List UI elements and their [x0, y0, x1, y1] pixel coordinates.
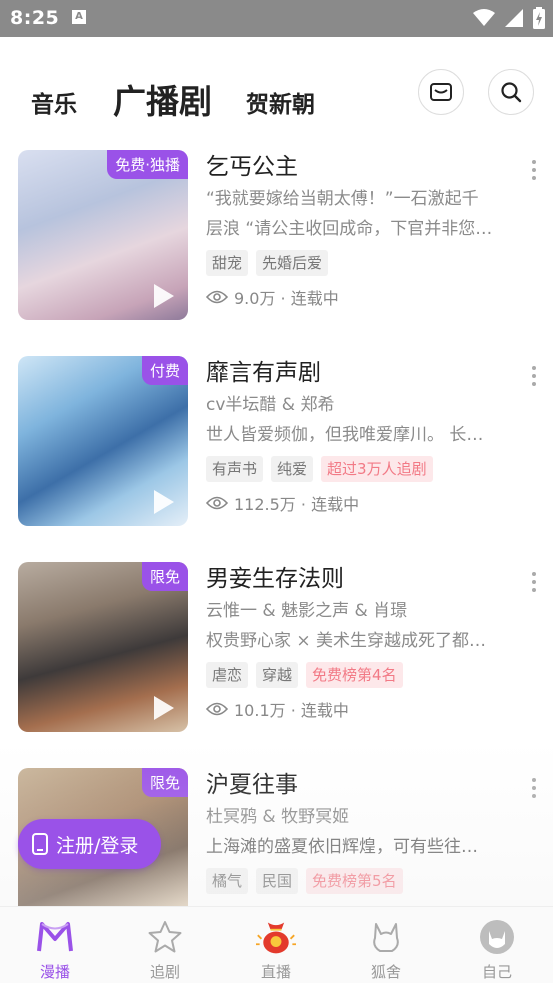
nav-manbo[interactable]: 漫播: [0, 907, 110, 983]
item-info: 男妾生存法则 云惟一 & 魅影之声 & 肖璟 权贵野心家 × 美术生穿越成死了都…: [206, 562, 516, 722]
cover-image[interactable]: 免费·独播: [18, 150, 188, 320]
play-icon: [154, 284, 174, 308]
play-count-status: 9.0万 · 连载中: [234, 289, 339, 308]
login-label: 注册/登录: [56, 834, 139, 857]
tag-list: 有声书 纯爱 超过3万人追剧: [206, 456, 516, 482]
nav-label: 追剧: [149, 963, 180, 981]
tag-list: 橘气 民国 免费榜第5名: [206, 868, 516, 894]
notification-a-icon: A: [72, 10, 86, 24]
status-badge: 付费: [141, 356, 188, 385]
cover-image[interactable]: 付费: [18, 356, 188, 526]
more-options-icon[interactable]: [531, 366, 537, 386]
item-description-line: 权贵野心家 × 美术生穿越成死了都…: [206, 631, 487, 651]
tab-he-xin-chao[interactable]: 贺新朝: [246, 85, 315, 119]
eye-icon: [206, 496, 228, 510]
more-options-icon[interactable]: [531, 572, 537, 592]
tag: 民国: [256, 868, 299, 894]
more-options-icon[interactable]: [531, 160, 537, 180]
list-item[interactable]: 限免 男妾生存法则 云惟一 & 魅影之声 & 肖璟 权贵野心家 × 美术生穿越成…: [0, 562, 553, 734]
item-description-line: cv半坛醋 & 郑希: [206, 395, 335, 415]
item-stats: 112.5万 · 连载中: [206, 490, 516, 516]
tag-hot: 免费榜第4名: [306, 662, 403, 688]
more-options-icon[interactable]: [531, 778, 537, 798]
play-count-status: 10.1万 · 连载中: [234, 701, 349, 720]
avatar-icon: [477, 919, 517, 955]
list-item[interactable]: 付费 靡言有声剧 cv半坛醋 & 郑希 世人皆爱频伽，但我唯爱摩川。 长… 有声…: [0, 356, 553, 528]
item-description-line: 上海滩的盛夏依旧辉煌，可有些往…: [206, 837, 478, 857]
signal-icon: [505, 9, 523, 27]
tag: 甜宠: [206, 250, 249, 276]
item-info: 靡言有声剧 cv半坛醋 & 郑希 世人皆爱频伽，但我唯爱摩川。 长… 有声书 纯…: [206, 356, 516, 516]
cover-image[interactable]: 限免: [18, 562, 188, 732]
status-badge: 限免: [141, 562, 188, 591]
status-badge: 免费·独播: [107, 150, 188, 179]
tag: 穿越: [256, 662, 299, 688]
item-title: 靡言有声剧: [206, 360, 321, 386]
nav-fox-house[interactable]: 狐舍: [331, 907, 441, 983]
item-description-line: 杜冥鸦 & 牧野冥姬: [206, 807, 350, 827]
status-time: 8:25: [10, 7, 60, 29]
tag-hot: 超过3万人追剧: [321, 456, 433, 482]
tab-music[interactable]: 音乐: [31, 85, 77, 119]
nav-label: 自己: [481, 963, 512, 981]
search-icon: [501, 82, 522, 103]
item-description-line: “我就要嫁给当朝太傅！”一石激起千: [206, 189, 479, 209]
manbo-logo-icon: [35, 919, 75, 955]
item-title: 乞丐公主: [206, 154, 298, 180]
nav-me[interactable]: 自己: [442, 907, 552, 983]
nav-label: 直播: [260, 963, 291, 981]
item-description-line: 云惟一 & 魅影之声 & 肖璟: [206, 601, 408, 621]
wifi-icon: [473, 9, 495, 26]
tag: 先婚后爱: [256, 250, 329, 276]
nav-label: 狐舍: [370, 963, 401, 981]
play-count-status: 112.5万 · 连载中: [234, 495, 360, 514]
mail-button[interactable]: [418, 69, 464, 115]
eye-icon: [206, 290, 228, 304]
fox-icon: [366, 919, 406, 955]
tag-list: 甜宠 先婚后爱: [206, 250, 516, 276]
item-info: 乞丐公主 “我就要嫁给当朝太傅！”一石激起千 层浪 “请公主收回成命，下官并非您…: [206, 150, 516, 310]
nav-live[interactable]: 直播: [221, 907, 331, 983]
top-header: 音乐 广播剧 贺新朝: [0, 37, 553, 137]
tag-list: 虐恋 穿越 免费榜第4名: [206, 662, 516, 688]
star-icon: [145, 919, 185, 955]
item-stats: 10.1万 · 连载中: [206, 696, 516, 722]
nav-label: 漫播: [39, 963, 70, 981]
mail-icon: [430, 83, 452, 101]
battery-icon: [533, 7, 545, 29]
lucky-bag-icon: [256, 919, 296, 955]
system-icons: [473, 6, 545, 30]
status-bar: 8:25 A: [0, 0, 553, 37]
nav-follow[interactable]: 追剧: [110, 907, 220, 983]
tag-hot: 免费榜第5名: [306, 868, 403, 894]
tab-radio-drama[interactable]: 广播剧: [113, 75, 212, 123]
item-info: 沪夏往事 杜冥鸦 & 牧野冥姬 上海滩的盛夏依旧辉煌，可有些往… 橘气 民国 免…: [206, 768, 516, 894]
status-badge: 限免: [141, 768, 188, 797]
eye-icon: [206, 702, 228, 716]
play-icon: [154, 490, 174, 514]
list-item[interactable]: 免费·独播 乞丐公主 “我就要嫁给当朝太傅！”一石激起千 层浪 “请公主收回成命…: [0, 150, 553, 322]
item-title: 沪夏往事: [206, 772, 298, 798]
item-stats: 9.0万 · 连载中: [206, 284, 516, 310]
play-icon: [154, 696, 174, 720]
register-login-button[interactable]: 注册/登录: [18, 819, 161, 869]
tag: 橘气: [206, 868, 249, 894]
phone-icon: [32, 833, 48, 855]
tag: 有声书: [206, 456, 264, 482]
bottom-navigation: 漫播 追剧 直播 狐舍 自己: [0, 906, 553, 983]
search-button[interactable]: [488, 69, 534, 115]
item-title: 男妾生存法则: [206, 566, 344, 592]
tag: 纯爱: [271, 456, 314, 482]
item-description-line: 层浪 “请公主收回成命，下官并非您…: [206, 219, 493, 239]
item-description-line: 世人皆爱频伽，但我唯爱摩川。 长…: [206, 425, 484, 445]
tag: 虐恋: [206, 662, 249, 688]
